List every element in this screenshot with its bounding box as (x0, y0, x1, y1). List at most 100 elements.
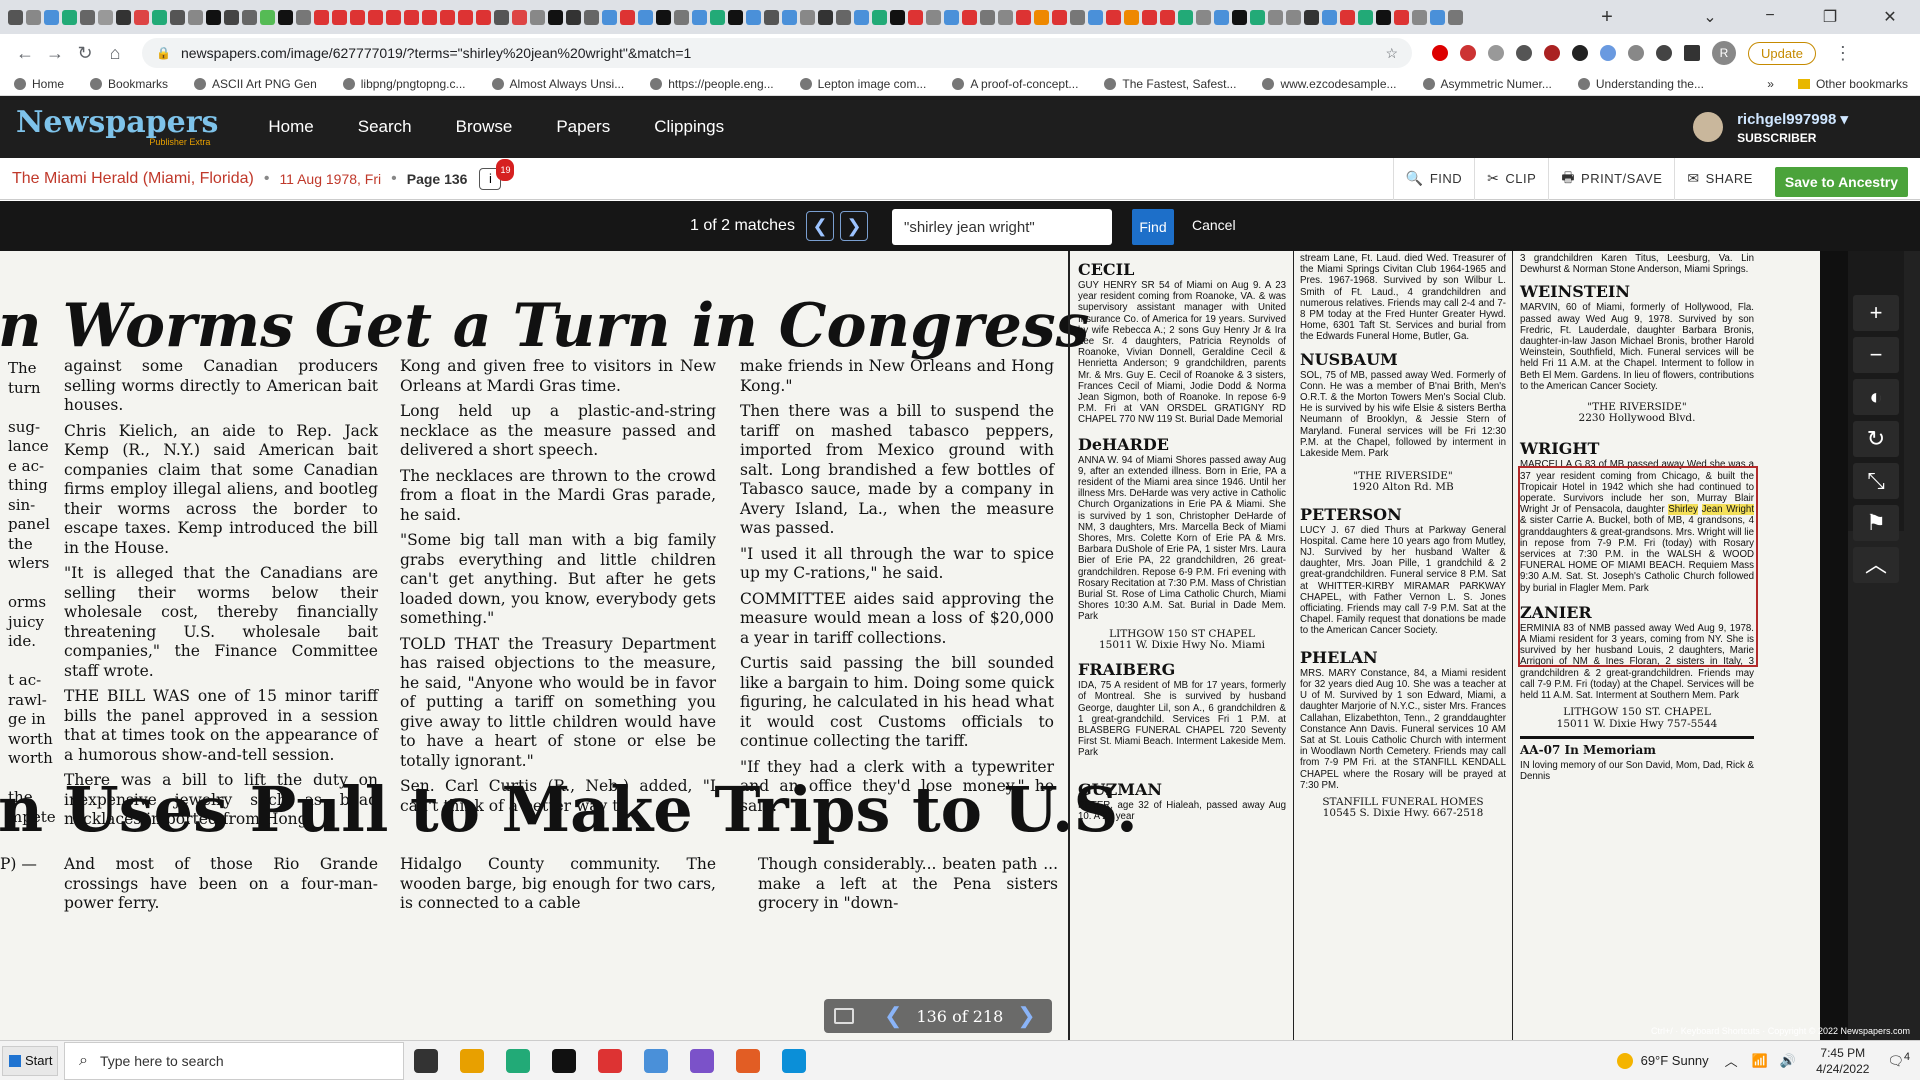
tab-favicon-icon[interactable] (800, 9, 815, 25)
tab-favicon-icon[interactable] (1214, 9, 1229, 25)
tab-favicon-icon[interactable] (368, 9, 383, 25)
restore-button[interactable]: ❐ (1800, 7, 1860, 27)
tab-favicon-icon[interactable] (1178, 9, 1193, 25)
page-thumbnail-icon[interactable] (834, 1008, 854, 1024)
current-page[interactable]: 136 (916, 1007, 947, 1026)
newspaper-viewer[interactable]: 1 of 2 matches ❮ ❯ Find Cancel n Worms G… (0, 201, 1920, 1040)
update-button[interactable]: Update (1748, 41, 1816, 65)
tab-favicon-icon[interactable] (1412, 9, 1427, 25)
tab-favicon-icon[interactable] (1286, 9, 1301, 25)
print-save-button[interactable]: 🖶 PRINT/SAVE (1548, 157, 1674, 200)
tab-favicon-icon[interactable] (1250, 9, 1265, 25)
tab-favicon-icon[interactable] (1052, 9, 1067, 25)
tab-favicon-icon[interactable] (584, 9, 599, 25)
tab-favicon-icon[interactable] (926, 9, 941, 25)
tab-favicon-icon[interactable] (728, 9, 743, 25)
bookmark-item[interactable]: www.ezcodesample... (1262, 77, 1397, 91)
tab-favicon-icon[interactable] (8, 9, 23, 25)
bookmark-star-icon[interactable]: ☆ (1385, 45, 1398, 62)
extension-icon[interactable] (1572, 45, 1588, 61)
prev-match-button[interactable]: ❮ (806, 211, 834, 241)
find-input[interactable] (892, 209, 1112, 245)
tab-favicon-icon[interactable] (242, 9, 257, 25)
tab-favicon-icon[interactable] (638, 9, 653, 25)
tab-favicon-icon[interactable] (908, 9, 923, 25)
sidepanel-icon[interactable] (1684, 45, 1700, 61)
tab-favicon-icon[interactable] (692, 9, 707, 25)
nav-link-clippings[interactable]: Clippings (654, 117, 724, 137)
tab-favicon-icon[interactable] (566, 9, 581, 25)
bookmark-item[interactable]: Home (14, 77, 64, 91)
start-button[interactable]: Start (2, 1045, 58, 1076)
paper-title-link[interactable]: The Miami Herald (Miami, Florida) (12, 170, 254, 188)
tab-favicon-icon[interactable] (332, 9, 347, 25)
tab-favicon-icon[interactable] (386, 9, 401, 25)
tab-favicon-icon[interactable] (1268, 9, 1283, 25)
adblock-icon[interactable] (1460, 45, 1476, 61)
tab-favicon-icon[interactable] (782, 9, 797, 25)
extension-icon[interactable] (1600, 45, 1616, 61)
flag-button[interactable]: ⚑ (1853, 505, 1899, 541)
tab-favicon-icon[interactable] (548, 9, 563, 25)
other-bookmarks[interactable]: Other bookmarks (1816, 77, 1908, 91)
tab-favicon-icon[interactable] (530, 9, 545, 25)
new-tab-button[interactable]: + (1594, 6, 1620, 29)
extension-icon[interactable] (1432, 45, 1448, 61)
tab-favicon-icon[interactable] (422, 9, 437, 25)
search-match-box[interactable] (1518, 466, 1758, 667)
nav-link-home[interactable]: Home (268, 117, 313, 137)
next-page-button[interactable]: ❯ (1017, 1004, 1035, 1029)
tab-favicon-icon[interactable] (890, 9, 905, 25)
home-button[interactable]: ⌂ (100, 43, 130, 64)
nav-link-browse[interactable]: Browse (456, 117, 513, 137)
taskbar-app-icon[interactable] (690, 1048, 714, 1073)
bookmark-item[interactable]: The Fastest, Safest... (1104, 77, 1236, 91)
collapse-button[interactable]: ︿ (1853, 547, 1899, 583)
tab-favicon-icon[interactable] (764, 9, 779, 25)
tab-favicon-icon[interactable] (1340, 9, 1355, 25)
menu-dots-icon[interactable]: ⋮ (1828, 43, 1858, 64)
newspapers-logo[interactable]: Newspapers Publisher Extra (16, 107, 218, 147)
bookmark-item[interactable]: ASCII Art PNG Gen (194, 77, 317, 91)
extension-icon[interactable] (1488, 45, 1504, 61)
tab-favicon-icon[interactable] (404, 9, 419, 25)
tab-favicon-icon[interactable] (152, 9, 167, 25)
taskbar-app-icon[interactable] (782, 1048, 806, 1073)
tab-favicon-icon[interactable] (116, 9, 131, 25)
tab-favicon-icon[interactable] (1196, 9, 1211, 25)
tab-favicon-icon[interactable] (1016, 9, 1031, 25)
bookmark-item[interactable]: Understanding the... (1577, 77, 1704, 91)
find-button[interactable]: 🔍 FIND (1392, 157, 1474, 200)
tab-favicon-icon[interactable] (1430, 9, 1445, 25)
taskbar-app-icon[interactable] (506, 1048, 530, 1073)
tab-favicons[interactable] (8, 9, 1584, 25)
contrast-button[interactable]: ◐ (1853, 379, 1899, 415)
save-to-ancestry-button[interactable]: Save to Ancestry (1774, 166, 1908, 197)
tab-favicon-icon[interactable] (710, 9, 725, 25)
tab-favicon-icon[interactable] (512, 9, 527, 25)
taskbar-app-icon[interactable] (644, 1048, 668, 1073)
tab-favicon-icon[interactable] (440, 9, 455, 25)
tray-chevron-icon[interactable]: ︿ (1725, 1051, 1738, 1070)
taskbar-app-icon[interactable] (598, 1048, 622, 1073)
tab-favicon-icon[interactable] (1070, 9, 1085, 25)
tab-favicon-icon[interactable] (1376, 9, 1391, 25)
info-button[interactable]: i 19 (479, 158, 515, 190)
fit-button[interactable]: ⤡ (1853, 463, 1899, 499)
tab-favicon-icon[interactable] (836, 9, 851, 25)
tab-favicon-icon[interactable] (962, 9, 977, 25)
tab-favicon-icon[interactable] (674, 9, 689, 25)
tab-favicon-icon[interactable] (1034, 9, 1049, 25)
tab-favicon-icon[interactable] (458, 9, 473, 25)
tab-favicon-icon[interactable] (1106, 9, 1121, 25)
extension-icon[interactable] (1516, 45, 1532, 61)
issue-date-link[interactable]: 11 Aug 1978, Fri (279, 171, 381, 187)
tab-favicon-icon[interactable] (1142, 9, 1157, 25)
clip-button[interactable]: ✂ CLIP (1474, 157, 1548, 200)
tab-favicon-icon[interactable] (1448, 9, 1463, 25)
extension-icon[interactable] (1544, 45, 1560, 61)
tab-favicon-icon[interactable] (944, 9, 959, 25)
tab-favicon-icon[interactable] (26, 9, 41, 25)
cancel-button[interactable]: Cancel (1192, 217, 1236, 233)
reload-button[interactable]: ↻ (70, 43, 100, 64)
